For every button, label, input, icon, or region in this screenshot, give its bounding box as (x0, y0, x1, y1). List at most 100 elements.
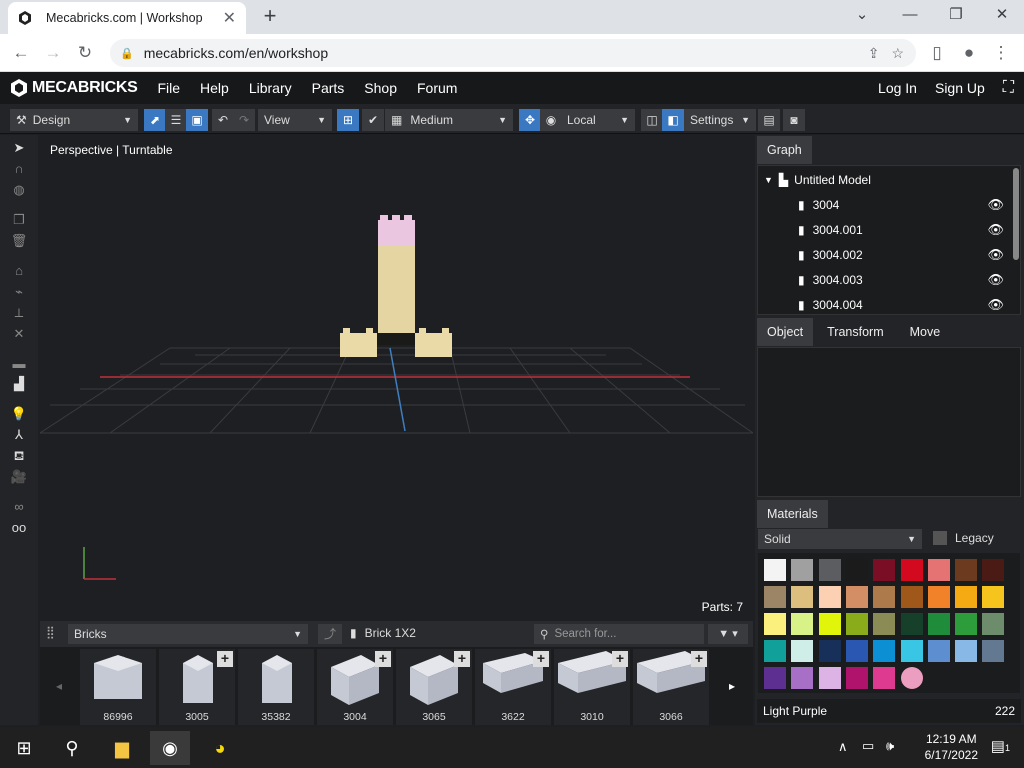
notification-center-icon[interactable]: ▤1 (991, 737, 1010, 755)
system-clock[interactable]: 12:19 AM 6/17/2022 (925, 731, 978, 763)
link-tool-icon[interactable]: ∞ (10, 498, 28, 516)
new-tab-button[interactable]: + (258, 4, 282, 28)
color-swatch[interactable] (845, 613, 868, 635)
search-icon[interactable]: ⚲ (52, 731, 92, 765)
add-brick-button[interactable]: + (217, 651, 233, 667)
color-swatch[interactable] (818, 667, 841, 689)
url-field[interactable]: 🔒 mecabricks.com/en/workshop ⇪ ☆ (110, 39, 916, 67)
login-link[interactable]: Log In (878, 80, 917, 96)
color-swatch[interactable] (764, 613, 786, 635)
joint-tool-icon[interactable]: ✕ (10, 325, 28, 343)
bookmark-star-icon[interactable]: ☆ (891, 45, 904, 62)
grid-handle-icon[interactable]: ⣿ (46, 625, 55, 639)
nav-file[interactable]: File (157, 80, 180, 96)
glasses-icon[interactable]: oo (10, 519, 28, 537)
color-swatch[interactable] (818, 640, 841, 662)
brick-item[interactable]: + 3622 (475, 649, 551, 725)
palette-prev-icon[interactable]: ◂ (40, 647, 78, 725)
magnet-tool-icon[interactable]: ∩ (10, 160, 28, 178)
video-camera-icon[interactable]: 🎥 (10, 468, 28, 486)
minimize-button[interactable]: — (888, 4, 932, 28)
color-swatch[interactable] (764, 559, 786, 581)
add-brick-button[interactable]: + (691, 651, 707, 667)
color-swatch[interactable] (900, 667, 923, 689)
add-brick-button[interactable]: + (454, 651, 470, 667)
group-select-icon[interactable]: ▣ (186, 109, 208, 131)
add-brick-button[interactable]: + (375, 651, 391, 667)
color-swatch[interactable] (818, 559, 841, 581)
brick-item[interactable]: + 3004 (317, 649, 393, 725)
color-swatch[interactable] (982, 640, 1005, 662)
browser-tab[interactable]: Mecabricks.com | Workshop ✕ (8, 2, 246, 34)
nav-shop[interactable]: Shop (364, 80, 397, 96)
color-swatch[interactable] (818, 613, 841, 635)
quality-select[interactable]: ▦ Medium ▼ (385, 109, 513, 131)
nav-help[interactable]: Help (200, 80, 229, 96)
color-swatch[interactable] (927, 613, 950, 635)
graph-item-row[interactable]: ▮ 3004.003 👁 (758, 267, 1008, 292)
axis-tool-icon[interactable]: ⟂ (10, 304, 28, 322)
axes-icon[interactable]: ⅄ (10, 426, 28, 444)
color-swatch[interactable] (900, 559, 923, 581)
camera-icon[interactable]: ◙ (783, 109, 805, 131)
windows-start-icon[interactable]: ⊞ (4, 731, 44, 765)
tab-graph[interactable]: Graph (757, 136, 812, 164)
ruler-tool-icon[interactable]: ▬ (10, 355, 28, 373)
pacman-app-icon[interactable]: ◕ (200, 731, 240, 765)
color-swatch[interactable] (927, 640, 950, 662)
fullscreen-icon[interactable]: ⛶ (1003, 79, 1014, 97)
forward-icon[interactable]: → (40, 41, 66, 65)
graph-item-row[interactable]: ▮ 3004 👁 (758, 192, 1008, 217)
brick-item[interactable]: + 3010 (554, 649, 630, 725)
save-icon[interactable]: ▤ (758, 109, 780, 131)
checkbox-icon[interactable] (933, 531, 947, 545)
profile-avatar-icon[interactable]: ● (956, 41, 982, 65)
color-swatch[interactable] (791, 613, 814, 635)
color-swatch[interactable] (927, 586, 950, 608)
graph-item-row[interactable]: ▮ 3004.001 👁 (758, 217, 1008, 242)
paint-bucket-icon[interactable]: ⛾ (10, 447, 28, 465)
color-swatch[interactable] (791, 559, 814, 581)
move-gizmo-icon[interactable]: ✥ (519, 109, 541, 131)
color-swatch[interactable] (982, 559, 1005, 581)
settings-select[interactable]: Settings ▼ (684, 109, 756, 131)
color-swatch[interactable] (873, 586, 896, 608)
color-swatch[interactable] (900, 640, 923, 662)
restore-button[interactable]: ❐ (934, 4, 978, 28)
mode-select[interactable]: ⚒ Design ▼ (10, 109, 138, 131)
material-type-select[interactable]: Solid ▼ (758, 529, 922, 549)
color-swatch[interactable] (873, 613, 896, 635)
paint-tool-icon[interactable]: ◍ (10, 181, 28, 199)
stairs-tool-icon[interactable]: ▟ (10, 375, 28, 393)
reload-icon[interactable]: ↻ (72, 41, 98, 65)
color-swatch[interactable] (900, 613, 923, 635)
color-swatch[interactable] (955, 640, 978, 662)
tab-move[interactable]: Move (894, 318, 951, 346)
back-icon[interactable]: ← (8, 41, 34, 65)
color-swatch[interactable] (764, 667, 786, 689)
color-swatch[interactable] (873, 559, 896, 581)
color-swatch[interactable] (982, 613, 1005, 635)
color-swatch[interactable] (791, 667, 814, 689)
visibility-eye-icon[interactable]: 👁 (987, 247, 1004, 263)
add-brick-button[interactable]: + (533, 651, 549, 667)
brick-search-input[interactable]: ⚲ Search for... (534, 624, 704, 644)
add-brick-button[interactable]: + (612, 651, 628, 667)
color-swatch[interactable] (900, 586, 923, 608)
brick-item[interactable]: 35382 (238, 649, 314, 725)
delete-tool-icon[interactable]: 🗑 (10, 232, 28, 250)
color-swatch[interactable] (873, 640, 896, 662)
palette-next-icon[interactable]: ▸ (712, 647, 752, 725)
color-swatch[interactable] (845, 667, 868, 689)
volume-icon[interactable]: 🕪 (886, 738, 894, 754)
close-tab-icon[interactable]: ✕ (223, 8, 236, 28)
pointer-tool-icon[interactable]: ➤ (10, 139, 28, 157)
graph-scrollbar[interactable] (1013, 168, 1019, 260)
grid-perspective-icon[interactable]: ⊞ (337, 109, 359, 131)
tab-transform[interactable]: Transform (813, 318, 894, 346)
file-explorer-icon[interactable]: ▆ (102, 731, 142, 765)
undo-icon[interactable]: ↶ (212, 109, 234, 131)
redo-icon[interactable]: ↷ (233, 109, 255, 131)
hinge-tool-icon[interactable]: ⌂ (10, 262, 28, 280)
signup-link[interactable]: Sign Up (935, 80, 985, 96)
